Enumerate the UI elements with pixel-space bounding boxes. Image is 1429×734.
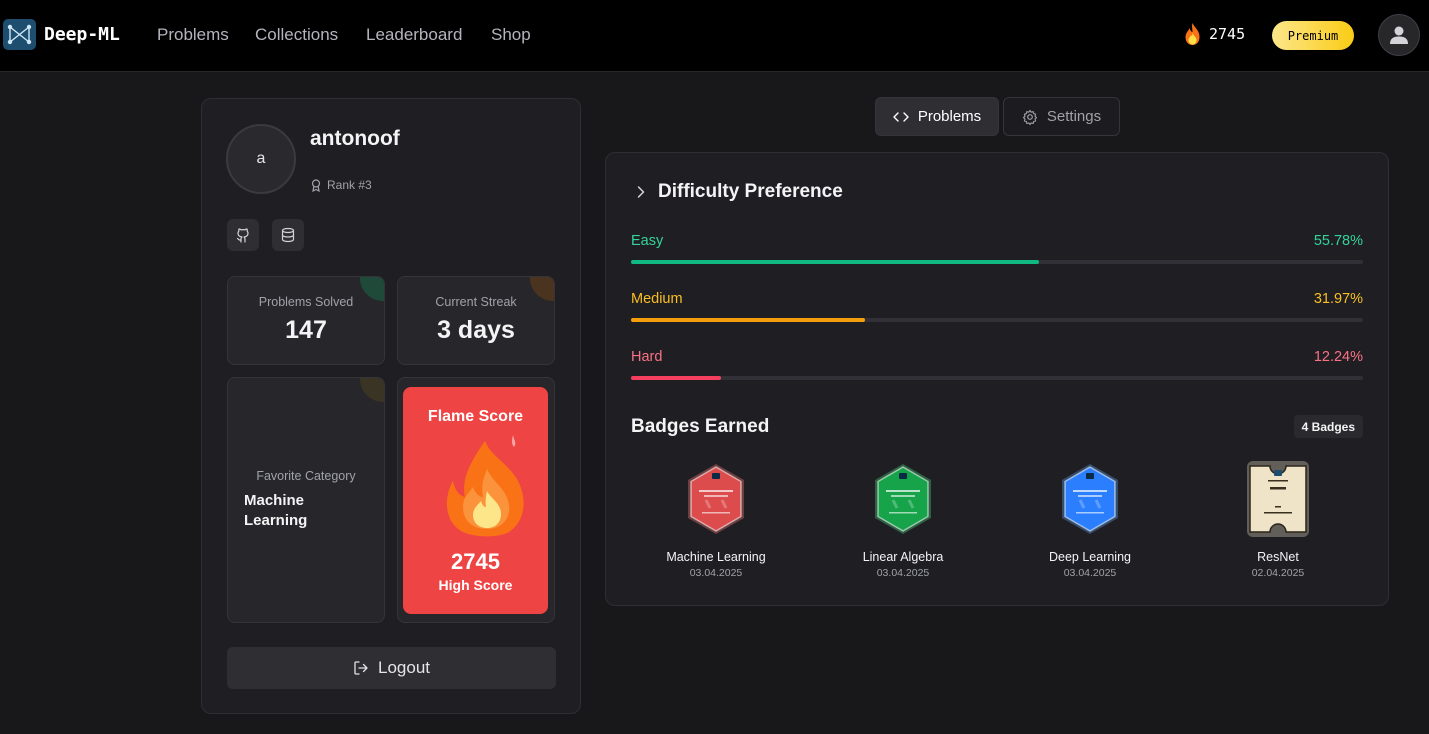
chevron-right-icon — [637, 186, 645, 198]
badges-count: 4 Badges — [1293, 415, 1363, 438]
database-button[interactable] — [272, 219, 304, 251]
gear-icon — [1022, 109, 1037, 125]
stat-label: Current Streak — [435, 295, 517, 309]
badge-date: 03.04.2025 — [876, 567, 930, 579]
profile-rank: Rank #3 — [310, 178, 372, 192]
difficulty-panel: Difficulty Preference Easy 55.78% Medium… — [605, 152, 1389, 606]
profile-avatar: a — [226, 124, 296, 194]
database-icon — [281, 227, 295, 243]
stat-label: Favorite Category — [256, 469, 356, 483]
difficulty-bar-medium — [631, 318, 1363, 322]
badge-name: ResNet — [1257, 550, 1299, 564]
stat-problems-solved: Problems Solved 147 — [227, 276, 385, 365]
flame-score-subtitle: High Score — [438, 577, 513, 593]
brand-name: Deep-ML — [44, 24, 120, 45]
badge-hexagon-icon — [871, 460, 935, 538]
brand-logo-icon — [3, 19, 36, 50]
nav-link-problems[interactable]: Problems — [157, 25, 229, 45]
difficulty-bar-fill — [631, 376, 721, 380]
code-icon — [893, 111, 909, 122]
stat-value: 3 days — [437, 316, 515, 344]
difficulty-title: Difficulty Preference — [658, 181, 843, 202]
nav-link-leaderboard[interactable]: Leaderboard — [366, 25, 462, 45]
difficulty-bar-fill — [631, 318, 866, 322]
badges-title: Badges Earned — [631, 416, 770, 437]
logout-icon — [354, 661, 368, 675]
github-button[interactable] — [227, 219, 259, 251]
rank-label: Rank #3 — [327, 178, 372, 192]
badge-name: Machine Learning — [666, 550, 766, 564]
difficulty-percent-medium: 31.97% — [1313, 291, 1363, 307]
badge-machine-learning[interactable]: Machine Learning 03.04.2025 — [636, 460, 796, 579]
flame-count-value: 2745 — [1209, 25, 1246, 43]
nav-link-shop[interactable]: Shop — [491, 25, 531, 45]
difficulty-header[interactable]: Difficulty Preference — [636, 181, 843, 203]
tab-problems[interactable]: Problems — [875, 97, 999, 136]
tab-label: Settings — [1046, 108, 1102, 125]
badge-hexagon-icon — [1058, 460, 1122, 538]
difficulty-bar-hard — [631, 376, 1363, 380]
award-icon — [311, 178, 321, 192]
difficulty-label-medium: Medium — [631, 291, 683, 307]
brand-logo[interactable]: Deep-ML — [3, 19, 120, 50]
stat-favorite-category: Favorite Category Machine Learning — [227, 377, 385, 623]
difficulty-bar-easy — [631, 260, 1363, 264]
fire-icon — [446, 435, 524, 537]
stat-current-streak: Current Streak 3 days — [397, 276, 555, 365]
premium-button[interactable]: Premium — [1272, 21, 1354, 50]
stat-value: 147 — [285, 316, 327, 344]
difficulty-bar-fill — [631, 260, 1040, 264]
badge-hexagon-icon — [684, 460, 748, 538]
difficulty-percent-hard: 12.24% — [1313, 349, 1363, 365]
github-icon — [236, 228, 249, 243]
profile-card: a antonoof Rank #3 Problems Solved 147 C… — [201, 98, 581, 714]
difficulty-label-hard: Hard — [631, 349, 663, 365]
badge-deep-learning[interactable]: Deep Learning 03.04.2025 — [1010, 460, 1170, 579]
stat-value: Machine Learning — [244, 492, 308, 529]
profile-username: antonoof — [310, 127, 400, 150]
user-menu-button[interactable] — [1378, 14, 1420, 56]
badge-date: 03.04.2025 — [689, 567, 743, 579]
difficulty-percent-easy: 55.78% — [1313, 233, 1363, 249]
badge-date: 03.04.2025 — [1063, 567, 1117, 579]
top-navbar: Deep-ML Problems Collections Leaderboard… — [0, 0, 1429, 72]
badge-date: 02.04.2025 — [1251, 567, 1305, 579]
logout-button[interactable]: Logout — [227, 647, 556, 689]
badge-linear-algebra[interactable]: Linear Algebra 03.04.2025 — [823, 460, 983, 579]
difficulty-label-easy: Easy — [631, 233, 664, 249]
badge-name: Deep Learning — [1048, 550, 1131, 564]
badge-ticket-icon — [1246, 460, 1310, 538]
flame-score-value: 2745 — [451, 549, 500, 574]
badge-resnet[interactable]: ResNet 02.04.2025 — [1198, 460, 1358, 579]
logout-label: Logout — [378, 658, 430, 677]
badge-name: Linear Algebra — [862, 550, 944, 564]
user-icon — [1390, 26, 1408, 44]
tab-settings[interactable]: Settings — [1003, 97, 1120, 136]
flame-counter[interactable]: 2745 — [1182, 22, 1245, 46]
stat-corner-accent — [360, 378, 384, 402]
flame-icon — [1185, 23, 1200, 45]
tab-label: Problems — [917, 108, 982, 125]
flame-score-title: Flame Score — [427, 408, 524, 425]
flame-score-card: Flame Score 2745 High Score — [403, 387, 548, 614]
nav-link-collections[interactable]: Collections — [255, 25, 338, 45]
stat-label: Problems Solved — [258, 295, 354, 309]
